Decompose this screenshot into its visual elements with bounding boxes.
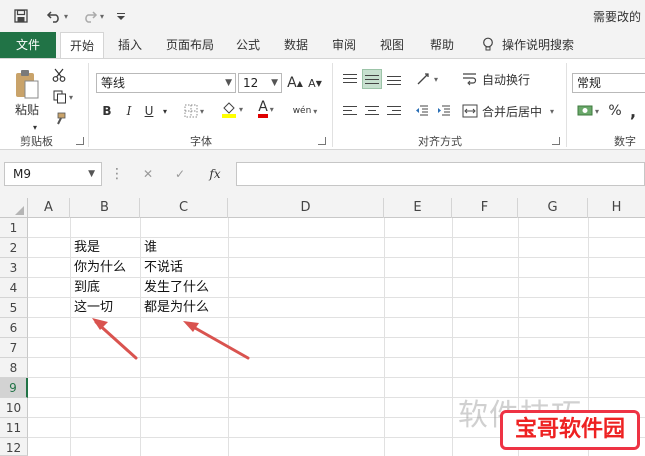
watermark-badge: 宝哥软件园: [500, 410, 640, 450]
arrow-to-c5: [183, 321, 250, 360]
borders-icon[interactable]: ▾: [180, 101, 208, 121]
font-name-combo[interactable]: 等线 ▼: [96, 73, 236, 93]
increase-indent-icon[interactable]: [434, 101, 454, 121]
chevron-down-icon: ▼: [88, 169, 95, 179]
tell-me-search[interactable]: 操作说明搜索: [502, 32, 582, 58]
accounting-format-icon[interactable]: ▾: [574, 101, 602, 121]
group-label-alignment: 对齐方式: [418, 135, 462, 148]
ribbon: 粘贴 ▾ ▾ 剪贴板 等线 ▼ 12 ▼ A ▲ A ▼ B I U ▾ ▾ ▾ A…: [0, 58, 645, 150]
tab-file[interactable]: 文件: [0, 32, 56, 58]
underline-dropdown-icon[interactable]: ▾: [160, 101, 170, 121]
formula-bar: M9 ▼ ⋮ ✕ ✓ fx: [0, 150, 645, 198]
orientation-icon[interactable]: ▾: [412, 69, 442, 89]
align-bottom-icon[interactable]: [384, 69, 404, 89]
merge-center-button[interactable]: 合并后居中 ▾: [462, 101, 558, 121]
decrease-font-icon[interactable]: A ▼: [306, 73, 324, 93]
wrap-text-icon: [463, 73, 477, 86]
window-title: 需要改的: [592, 10, 641, 24]
font-launcher-icon[interactable]: [318, 137, 326, 145]
formula-bar-resize-handle[interactable]: ⋮: [110, 164, 124, 184]
increase-font-icon[interactable]: A ▲: [286, 73, 304, 93]
clipboard-launcher-icon[interactable]: [76, 137, 84, 145]
paste-button[interactable]: 粘贴: [10, 99, 44, 119]
tab-help[interactable]: 帮助: [424, 32, 460, 58]
tab-view[interactable]: 视图: [374, 32, 410, 58]
group-label-number: 数字: [614, 135, 636, 148]
align-middle-icon[interactable]: [362, 69, 382, 89]
tab-review[interactable]: 审阅: [326, 32, 362, 58]
redo-icon[interactable]: ▾: [80, 7, 106, 25]
copy-icon[interactable]: ▾: [50, 87, 76, 107]
italic-button[interactable]: I: [120, 101, 138, 121]
chevron-down-icon: ▼: [271, 78, 278, 88]
number-format-combo[interactable]: 常规: [572, 73, 645, 93]
cut-icon[interactable]: [50, 65, 68, 85]
ribbon-tabs: 文件 开始 插入 页面布局 公式 数据 审阅 视图 帮助 操作说明搜索: [0, 32, 645, 59]
font-size-value: 12: [243, 76, 259, 90]
lightbulb-icon: [478, 32, 498, 58]
font-color-glyph: A: [258, 100, 268, 118]
chevron-down-icon: ▼: [225, 78, 232, 88]
tab-home[interactable]: 开始: [60, 32, 104, 59]
format-painter-icon[interactable]: [50, 109, 68, 129]
undo-icon[interactable]: ▾: [44, 7, 70, 25]
save-icon[interactable]: [12, 7, 30, 25]
tab-formulas[interactable]: 公式: [230, 32, 266, 58]
enter-icon[interactable]: ✓: [168, 164, 192, 184]
formula-input[interactable]: [236, 162, 645, 186]
group-label-font: 字体: [190, 135, 212, 148]
align-top-icon[interactable]: [340, 69, 360, 89]
name-box[interactable]: M9 ▼: [4, 162, 102, 186]
merge-center-label: 合并后居中: [482, 104, 543, 119]
arrow-to-b5: [92, 318, 138, 360]
underline-button[interactable]: U: [140, 101, 158, 121]
percent-style-button[interactable]: %: [606, 101, 624, 121]
tab-data[interactable]: 数据: [278, 32, 314, 58]
merge-center-icon: [462, 104, 478, 118]
separator: [332, 63, 333, 147]
insert-function-icon[interactable]: fx: [202, 164, 228, 184]
tab-insert[interactable]: 插入: [110, 32, 150, 58]
cancel-icon[interactable]: ✕: [136, 164, 160, 184]
separator: [566, 63, 567, 147]
separator: [88, 63, 89, 147]
wrap-text-button[interactable]: 自动换行: [462, 69, 534, 89]
phonetic-guide-label: wén: [292, 106, 312, 116]
bold-button[interactable]: B: [98, 101, 116, 121]
quick-access-toolbar: ▾ ▾ 需要改的: [0, 0, 645, 32]
decrease-indent-icon[interactable]: [412, 101, 432, 121]
align-right-icon[interactable]: [384, 101, 404, 121]
number-format-value: 常规: [577, 76, 602, 90]
tab-page-layout[interactable]: 页面布局: [158, 32, 222, 58]
wrap-text-label: 自动换行: [482, 72, 531, 87]
name-box-value: M9: [13, 167, 31, 181]
fill-color-icon[interactable]: ▾: [218, 99, 246, 119]
group-label-clipboard: 剪贴板: [20, 135, 53, 148]
font-name-value: 等线: [101, 76, 126, 90]
phonetic-guide-button[interactable]: wén ▾: [292, 101, 318, 121]
font-size-combo[interactable]: 12 ▼: [238, 73, 282, 93]
comma-style-button[interactable]: ,: [626, 101, 640, 121]
align-left-icon[interactable]: [340, 101, 360, 121]
alignment-launcher-icon[interactable]: [552, 137, 560, 145]
font-color-button[interactable]: A ▾: [252, 99, 280, 119]
align-center-icon[interactable]: [362, 101, 382, 121]
customize-qat-icon[interactable]: [114, 7, 128, 25]
